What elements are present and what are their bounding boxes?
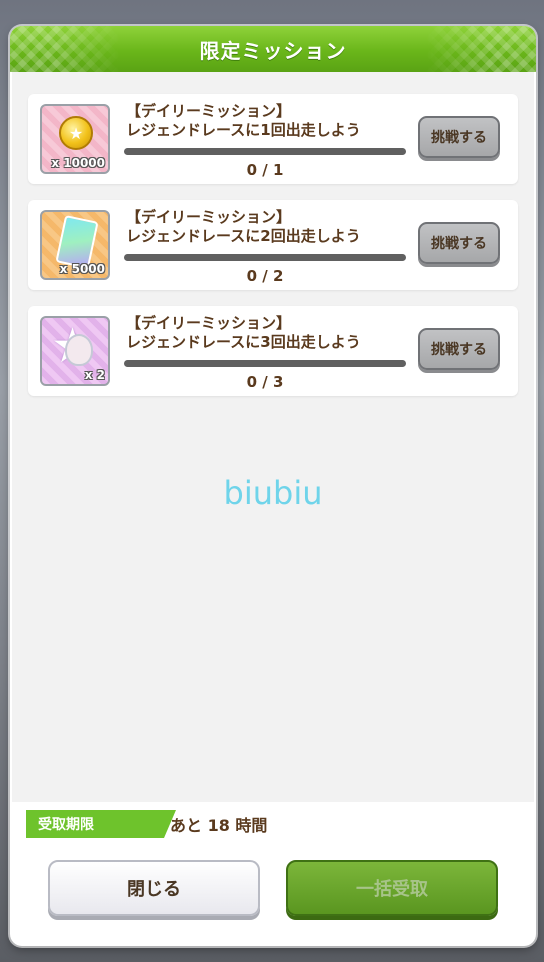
receive-all-button[interactable]: 一括受取	[286, 860, 498, 916]
progress-bar	[124, 254, 406, 261]
mission-list: ★ x 10000 【デイリーミッション】 レジェンドレースに1回出走しよう 0…	[12, 72, 534, 802]
mission-description: レジェンドレースに2回出走しよう	[126, 227, 361, 245]
mission-card: x 5000 【デイリーミッション】 レジェンドレースに2回出走しよう 0 / …	[28, 200, 518, 290]
reward-character-icon: ★ x 2	[40, 316, 110, 386]
dialog-title: 限定ミッション	[199, 38, 347, 63]
reward-ticket-icon: x 5000	[40, 210, 110, 280]
deadline-value: あと 18 時間	[170, 816, 268, 835]
challenge-button[interactable]: 挑戦する	[418, 116, 500, 158]
mission-description: レジェンドレースに3回出走しよう	[126, 333, 361, 351]
ticket-icon	[55, 214, 99, 270]
reward-quantity: x 10000	[51, 156, 105, 170]
header-pattern-left	[10, 26, 120, 72]
mission-category: 【デイリーミッション】	[126, 208, 292, 226]
coin-icon: ★	[59, 116, 93, 150]
reward-quantity: x 2	[84, 368, 105, 382]
header-pattern-right	[426, 26, 536, 72]
reward-quantity: x 5000	[59, 262, 105, 276]
mission-title: 【デイリーミッション】 レジェンドレースに2回出走しよう	[126, 208, 361, 246]
challenge-button[interactable]: 挑戦する	[418, 328, 500, 370]
progress-bar	[124, 360, 406, 367]
mission-title: 【デイリーミッション】 レジェンドレースに3回出走しよう	[126, 314, 361, 352]
progress-text: 0 / 3	[246, 373, 284, 391]
limited-mission-dialog: 限定ミッション ★ x 10000 【デイリーミッション】 レジェンドレースに1…	[10, 26, 536, 946]
character-piece-icon	[65, 334, 93, 366]
mission-category: 【デイリーミッション】	[126, 314, 292, 332]
mission-card: ★ x 2 【デイリーミッション】 レジェンドレースに3回出走しよう 0 / 3…	[28, 306, 518, 396]
challenge-button[interactable]: 挑戦する	[418, 222, 500, 264]
progress-text: 0 / 1	[246, 161, 284, 179]
deadline-label: 受取期限	[26, 810, 176, 838]
reward-coin-icon: ★ x 10000	[40, 104, 110, 174]
mission-description: レジェンドレースに1回出走しよう	[126, 121, 361, 139]
watermark: biubiu	[223, 474, 323, 512]
close-button[interactable]: 閉じる	[48, 860, 260, 916]
mission-category: 【デイリーミッション】	[126, 102, 292, 120]
mission-card: ★ x 10000 【デイリーミッション】 レジェンドレースに1回出走しよう 0…	[28, 94, 518, 184]
mission-title: 【デイリーミッション】 レジェンドレースに1回出走しよう	[126, 102, 361, 140]
progress-bar	[124, 148, 406, 155]
progress-text: 0 / 2	[246, 267, 284, 285]
dialog-header: 限定ミッション	[10, 26, 536, 72]
